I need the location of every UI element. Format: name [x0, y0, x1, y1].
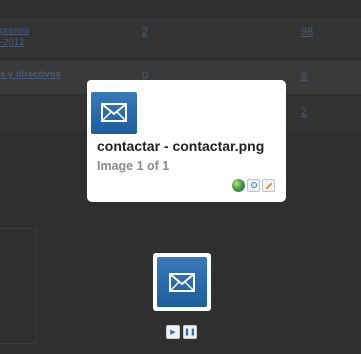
mail-icon: [157, 257, 207, 307]
link-line: prensa: [0, 25, 30, 36]
table-cell-link[interactable]: prensa -2012: [0, 25, 29, 49]
pause-icon[interactable]: ❚❚: [183, 325, 197, 339]
table-row: prensa -2012 2 98: [0, 18, 361, 58]
background-panel: [0, 228, 37, 344]
lightbox-toolbar: [232, 179, 275, 192]
image-preview[interactable]: [87, 80, 141, 137]
globe-icon[interactable]: [232, 179, 245, 192]
image-counter: Image 1 of 1: [97, 159, 170, 173]
total-link[interactable]: 98: [301, 26, 313, 38]
link-line: -2012: [0, 37, 25, 48]
total-link[interactable]: 8: [301, 70, 307, 82]
strip-thumbnail[interactable]: [153, 253, 211, 311]
edit-icon[interactable]: [262, 179, 275, 192]
table-cell-link[interactable]: s y directivos: [0, 69, 61, 81]
magnify-icon[interactable]: [247, 179, 260, 192]
total-link[interactable]: 2: [301, 106, 307, 118]
slideshow-controls: ▶ ❚❚: [166, 325, 197, 339]
link-line: s y directivos: [0, 69, 61, 80]
mail-icon: [91, 92, 137, 134]
count-link[interactable]: 2: [142, 26, 148, 38]
lightbox-popup: contactar - contactar.png Image 1 of 1: [87, 80, 286, 202]
play-icon[interactable]: ▶: [166, 325, 180, 339]
lightbox-title: contactar - contactar.png: [97, 138, 265, 154]
